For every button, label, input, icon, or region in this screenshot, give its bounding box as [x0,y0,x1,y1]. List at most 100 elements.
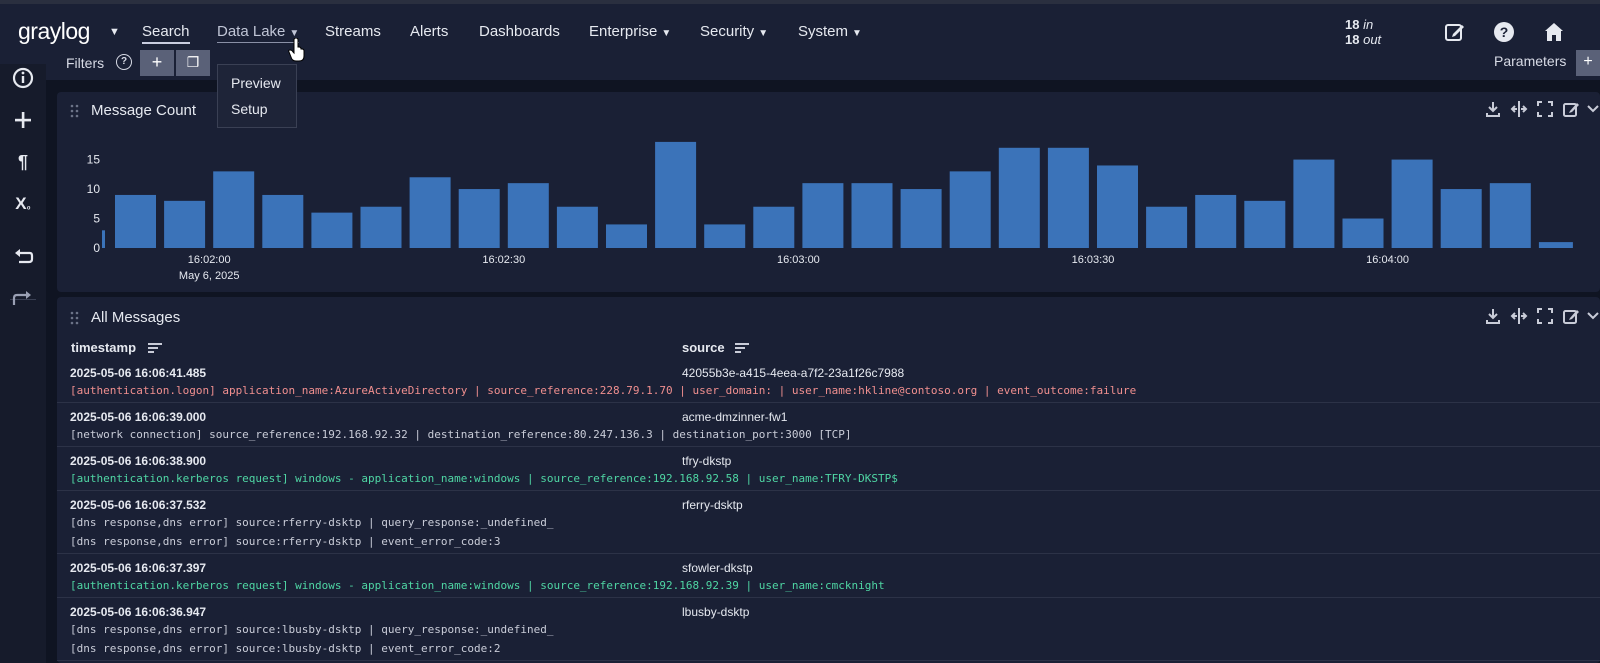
sort-icon[interactable] [148,342,162,354]
chart-bar[interactable] [753,206,795,248]
logo-caret-icon[interactable]: ▼ [109,26,120,38]
chevron-down-icon[interactable] [1586,100,1600,118]
pilcrow-icon[interactable]: ¶ [11,150,35,174]
table-row[interactable]: 2025-05-06 16:06:39.000 acme-dmzinner-fw1… [57,403,1600,447]
help-icon[interactable]: ? [116,54,132,70]
column-header-source[interactable]: source [682,340,725,355]
throughput-indicator[interactable]: 18 in 18 out [1345,17,1381,47]
message-source: rferry-dsktp [682,498,743,512]
graylog-logo[interactable]: graylog [18,18,90,45]
chart-bar[interactable] [1097,165,1138,248]
nav-system[interactable]: System ▼ [798,23,862,40]
message-text: [dns response,dns error] source:lbusby-d… [70,623,554,636]
compare-icon[interactable] [1510,100,1528,118]
chart-bar[interactable] [655,141,697,248]
help-icon[interactable]: ? [1492,20,1516,44]
data-lake-dropdown: Preview Setup [217,64,297,128]
message-source: acme-dmzinner-fw1 [682,410,788,424]
chart-bar[interactable] [556,206,598,248]
message-source: 42055b3e-a415-4eea-a7f2-23a1f26c7988 [682,366,905,380]
chart-bar[interactable] [1440,189,1482,248]
copy-filter-button[interactable]: ❐ [176,50,210,76]
add-parameter-button[interactable]: + [1576,50,1600,76]
chart-bar[interactable] [360,206,402,248]
edit-icon[interactable] [1562,307,1580,325]
message-source: sfowler-dkstp [682,561,753,575]
home-icon[interactable] [1542,20,1566,44]
chart-bar[interactable] [1047,147,1089,248]
chart-bar[interactable] [851,183,893,248]
drag-handle-icon[interactable] [69,311,81,325]
function-icon[interactable]: X₀ [11,192,35,216]
message-timestamp: 2025-05-06 16:06:39.000 [70,410,207,424]
chart-bar[interactable] [1293,159,1335,248]
y-tick-label: 10 [87,182,101,196]
chart-bar[interactable] [213,171,255,248]
nav-enterprise[interactable]: Enterprise ▼ [589,23,671,40]
edit-icon[interactable] [1562,100,1580,118]
chart-bar[interactable] [311,212,353,248]
nav-streams[interactable]: Streams [325,23,381,40]
x-tick-label: 16:04:00 [1366,254,1409,266]
message-source: tfry-dkstp [682,454,732,468]
x-tick-label: 16:03:00 [777,254,820,266]
x-tick-label: 16:02:30 [482,254,525,266]
dropdown-item-preview[interactable]: Preview [231,75,281,91]
chart-bar[interactable] [1342,218,1384,248]
nav-dashboards[interactable]: Dashboards [479,23,560,40]
nav-search[interactable]: Search [142,23,190,44]
chart-bar[interactable] [458,189,500,248]
all-messages-title: All Messages [91,309,181,326]
message-source: lbusby-dsktp [682,605,750,619]
download-icon[interactable] [1484,307,1502,325]
nav-security[interactable]: Security ▼ [700,23,768,40]
fullscreen-icon[interactable] [1536,100,1554,118]
chart-bar[interactable] [704,224,746,248]
table-row[interactable]: 2025-05-06 16:06:36.947 lbusby-dsktp [dns … [57,598,1600,661]
undo-icon[interactable] [11,245,35,269]
chevron-down-icon: ▼ [758,28,769,39]
chart-bar[interactable] [102,230,105,248]
add-filter-button[interactable]: + [140,50,174,76]
plus-icon[interactable] [11,108,35,132]
chart-bar[interactable] [1146,206,1188,248]
left-sidebar: ¶ X₀ [0,64,46,663]
chart-bar[interactable] [949,171,991,248]
chart-bar[interactable] [1489,183,1531,248]
x-date-label: May 6, 2025 [179,270,240,282]
chart-bar[interactable] [1538,242,1573,248]
nav-alerts[interactable]: Alerts [410,23,448,40]
chart-bar[interactable] [900,189,942,248]
chart-bar[interactable] [115,194,156,248]
table-row[interactable]: 2025-05-06 16:06:37.532 rferry-dsktp [dns … [57,491,1600,554]
chart-bar[interactable] [507,183,549,248]
sort-icon[interactable] [735,342,749,354]
chart-bar[interactable] [802,183,844,248]
chart-bar[interactable] [409,177,451,248]
fullscreen-icon[interactable] [1536,307,1554,325]
chart-bar[interactable] [262,194,304,248]
redo-icon[interactable] [11,287,35,311]
chart-bar[interactable] [164,200,206,248]
column-header-timestamp[interactable]: timestamp [71,340,136,355]
chart-bar[interactable] [998,147,1040,248]
chevron-down-icon[interactable] [1586,307,1600,325]
table-row[interactable]: 2025-05-06 16:06:37.397 sfowler-dkstp [aut… [57,554,1600,598]
parameters-label: Parameters [1494,53,1567,69]
chart-bar[interactable] [1195,194,1237,248]
message-text: [dns response,dns error] source:rferry-d… [70,535,501,548]
edit-icon[interactable] [1443,20,1467,44]
chart-bar[interactable] [606,224,647,248]
dropdown-item-setup[interactable]: Setup [231,101,268,117]
filters-label: Filters [66,55,105,71]
nav-data-lake[interactable]: Data Lake ▼ [217,23,300,43]
compare-icon[interactable] [1510,307,1528,325]
hand-cursor-icon [288,38,305,62]
table-row[interactable]: 2025-05-06 16:06:41.485 42055b3e-a415-4ee… [57,359,1600,403]
table-row[interactable]: 2025-05-06 16:06:38.900 tfry-dkstp [authen… [57,447,1600,491]
drag-handle-icon[interactable] [69,104,81,118]
chart-bar[interactable] [1244,200,1286,248]
info-icon[interactable] [11,66,35,90]
download-icon[interactable] [1484,100,1502,118]
chart-bar[interactable] [1391,159,1433,248]
